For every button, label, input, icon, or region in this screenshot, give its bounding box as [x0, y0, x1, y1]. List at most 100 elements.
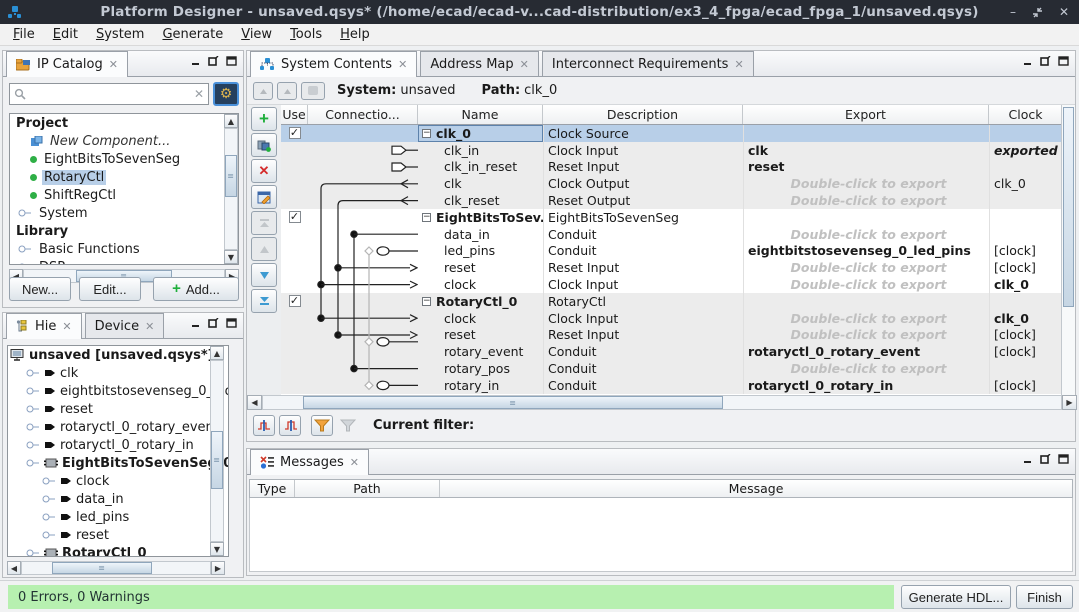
- edit-button[interactable]: Edit...: [79, 277, 141, 301]
- connections-cell[interactable]: [308, 327, 418, 344]
- hierarchy-item[interactable]: unsaved [unsaved.qsys*]: [8, 346, 228, 364]
- generate-hdl-button[interactable]: Generate HDL...: [901, 585, 1011, 609]
- scroll-up-icon[interactable]: ▲: [224, 114, 238, 128]
- clock-cell[interactable]: [989, 226, 1063, 243]
- hierarchy-item[interactable]: clock: [8, 472, 228, 490]
- panel-maximize-icon[interactable]: [226, 56, 237, 66]
- panel-minimize-icon[interactable]: [191, 319, 201, 328]
- tab-close-icon[interactable]: ✕: [350, 456, 359, 469]
- name-cell[interactable]: clk_in_reset: [418, 159, 543, 176]
- move-up-button-small[interactable]: [277, 82, 297, 100]
- add-button[interactable]: + Add...: [153, 277, 239, 301]
- tab-close-icon[interactable]: ✕: [520, 58, 529, 71]
- hierarchy-item[interactable]: data_in: [8, 490, 228, 508]
- name-cell[interactable]: rotary_pos: [418, 360, 543, 377]
- tab-close-icon[interactable]: ✕: [62, 320, 71, 333]
- duplicate-component-button[interactable]: [251, 133, 277, 157]
- clock-cell[interactable]: [989, 125, 1063, 142]
- scroll-down-icon[interactable]: ▼: [224, 250, 238, 264]
- ip-tree-item[interactable]: New Component...: [10, 132, 238, 150]
- clock-cell[interactable]: [clock]: [989, 243, 1063, 260]
- clock-cell[interactable]: exported: [989, 142, 1063, 159]
- panel-maximize-icon[interactable]: [226, 318, 237, 328]
- scroll-right-icon[interactable]: ▶: [211, 561, 225, 575]
- interface-row[interactable]: rotary_eventConduitrotaryctl_0_rotary_ev…: [281, 343, 1063, 360]
- hierarchy-item[interactable]: reset: [8, 400, 228, 418]
- name-cell[interactable]: −RotaryCtl_0: [418, 293, 543, 310]
- export-cell[interactable]: [743, 125, 989, 142]
- export-cell[interactable]: rotaryctl_0_rotary_in: [743, 377, 989, 394]
- clock-cell[interactable]: [clock]: [989, 327, 1063, 344]
- export-cell[interactable]: [743, 293, 989, 310]
- move-up-level-button[interactable]: [253, 82, 273, 100]
- clock-cell[interactable]: clk_0: [989, 310, 1063, 327]
- ip-search-box[interactable]: ✕: [9, 83, 209, 105]
- panel-float-icon[interactable]: [208, 56, 219, 66]
- table-hscrollbar[interactable]: ◀ ≡ ▶: [247, 395, 1077, 410]
- menu-edit[interactable]: Edit: [44, 25, 87, 44]
- finish-button[interactable]: Finish: [1016, 585, 1073, 609]
- name-cell[interactable]: reset: [418, 259, 543, 276]
- connections-cell[interactable]: [308, 226, 418, 243]
- name-cell[interactable]: data_in: [418, 226, 543, 243]
- export-cell[interactable]: Double-click to export: [743, 276, 989, 293]
- panel-float-icon[interactable]: [1040, 454, 1051, 464]
- connections-cell[interactable]: [308, 377, 418, 394]
- edit-component-button[interactable]: [251, 185, 277, 209]
- connections-cell[interactable]: [308, 276, 418, 293]
- menu-help[interactable]: Help: [331, 25, 379, 44]
- export-cell[interactable]: Double-click to export: [743, 327, 989, 344]
- export-cell[interactable]: Double-click to export: [743, 310, 989, 327]
- clock-cell[interactable]: clk_0: [989, 276, 1063, 293]
- connections-cell[interactable]: [308, 175, 418, 192]
- connections-cell[interactable]: [308, 209, 418, 226]
- connections-cell[interactable]: [308, 192, 418, 209]
- connections-cell[interactable]: [308, 159, 418, 176]
- move-down-button[interactable]: [251, 263, 277, 287]
- component-nav-button[interactable]: [301, 82, 325, 100]
- hier-tree-hscrollbar[interactable]: ◀ ≡ ▶: [7, 561, 225, 575]
- name-cell[interactable]: clk: [418, 175, 543, 192]
- component-row[interactable]: ✓−RotaryCtl_0RotaryCtl: [281, 293, 1063, 310]
- interface-row[interactable]: clockClock InputDouble-click to exportcl…: [281, 276, 1063, 293]
- connections-cell[interactable]: [308, 142, 418, 159]
- menu-view[interactable]: View: [232, 25, 281, 44]
- show-signals-button[interactable]: [253, 415, 275, 436]
- name-cell[interactable]: clk_in: [418, 142, 543, 159]
- interface-row[interactable]: led_pinsConduiteightbitstosevenseg_0_led…: [281, 243, 1063, 260]
- clock-cell[interactable]: [989, 159, 1063, 176]
- tab-close-icon[interactable]: ✕: [734, 58, 743, 71]
- hierarchy-item[interactable]: led_pins: [8, 508, 228, 526]
- connections-cell[interactable]: [308, 293, 418, 310]
- export-cell[interactable]: Double-click to export: [743, 360, 989, 377]
- hierarchy-item[interactable]: clk: [8, 364, 228, 382]
- filter-button[interactable]: [311, 415, 333, 436]
- col-path[interactable]: Path: [295, 480, 440, 497]
- panel-maximize-icon[interactable]: [1058, 56, 1069, 66]
- scroll-down-icon[interactable]: ▼: [210, 542, 224, 556]
- column-header-description[interactable]: Description: [543, 105, 743, 124]
- tab-close-icon[interactable]: ✕: [145, 320, 154, 333]
- name-cell[interactable]: −EightBitsToSev...: [418, 209, 543, 226]
- panel-minimize-icon[interactable]: [1023, 455, 1033, 464]
- interface-row[interactable]: resetReset InputDouble-click to export[c…: [281, 327, 1063, 344]
- tab-messages[interactable]: Messages ✕: [250, 449, 369, 475]
- connections-cell[interactable]: [308, 125, 418, 142]
- component-row[interactable]: ✓−clk_0Clock Source: [281, 125, 1063, 142]
- ip-tree-item[interactable]: Project: [10, 114, 238, 132]
- export-cell[interactable]: reset: [743, 159, 989, 176]
- name-cell[interactable]: led_pins: [418, 243, 543, 260]
- add-component-button[interactable]: +: [251, 107, 277, 131]
- table-vscrollbar[interactable]: [1061, 105, 1075, 395]
- ip-tree-item[interactable]: ShiftRegCtl: [10, 186, 238, 204]
- col-type[interactable]: Type: [250, 480, 295, 497]
- panel-maximize-icon[interactable]: [1058, 454, 1069, 464]
- clock-cell[interactable]: [clock]: [989, 343, 1063, 360]
- column-header-export[interactable]: Export: [743, 105, 989, 124]
- interface-row[interactable]: clk_resetReset OutputDouble-click to exp…: [281, 192, 1063, 209]
- export-cell[interactable]: Double-click to export: [743, 175, 989, 192]
- ip-tree-item[interactable]: Library: [10, 222, 238, 240]
- tab-system-contents[interactable]: System Contents ✕: [250, 51, 417, 77]
- panel-minimize-icon[interactable]: [191, 57, 201, 66]
- hier-tree-vscrollbar[interactable]: ▲ ≡ ▼: [210, 346, 224, 556]
